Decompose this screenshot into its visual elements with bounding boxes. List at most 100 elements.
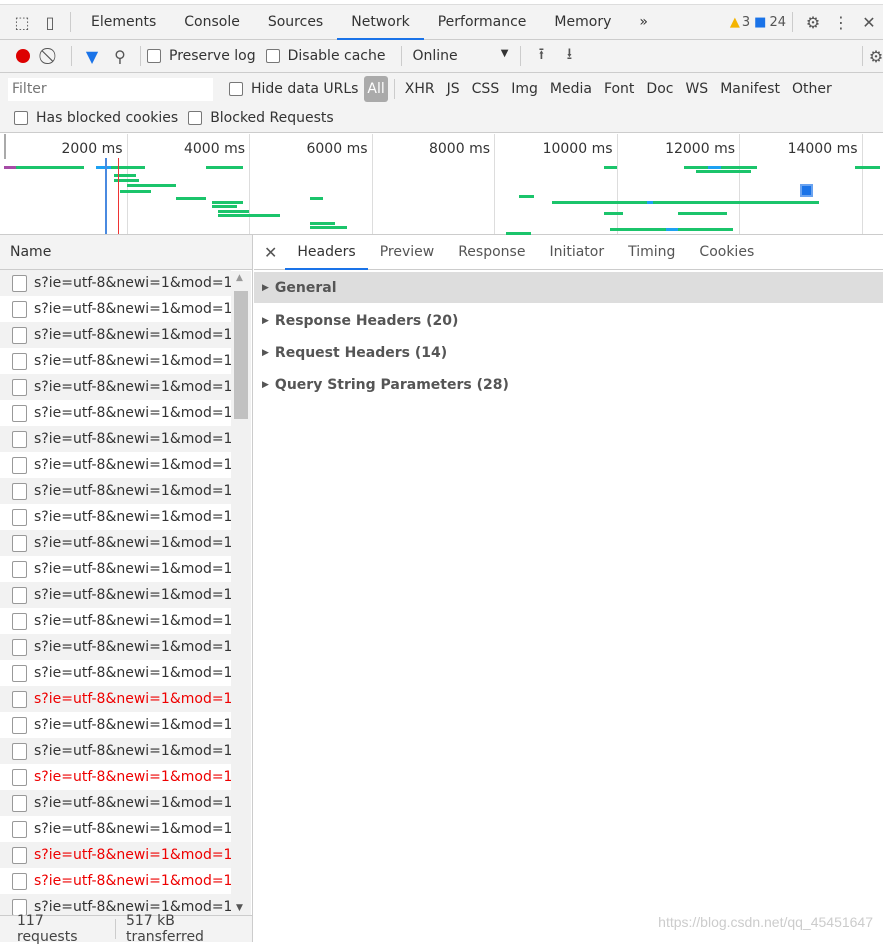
more-tabs-button[interactable]: » xyxy=(625,4,662,40)
request-row[interactable]: s?ie=utf-8&newi=1&mod=18 xyxy=(0,504,231,530)
tab-timing[interactable]: Timing xyxy=(616,235,687,270)
request-row[interactable]: s?ie=utf-8&newi=1&mod=18 xyxy=(0,608,231,634)
export-har-icon[interactable]: ⭳ xyxy=(555,42,583,70)
request-row[interactable]: s?ie=utf-8&newi=1&mod=18 xyxy=(0,426,231,452)
network-overview-timeline[interactable]: 2000 ms 4000 ms 6000 ms 8000 ms 10000 ms 1200… xyxy=(0,134,883,250)
timeline-gridline xyxy=(616,134,618,234)
request-row[interactable]: s?ie=utf-8&newi=1&mod=18 xyxy=(0,452,231,478)
network-settings-icon[interactable]: ⚙ xyxy=(869,42,883,70)
filter-type-img[interactable]: Img xyxy=(505,81,544,97)
throttling-select[interactable]: Online ▼ xyxy=(408,48,508,64)
section-request-headers[interactable]: ▶ Request Headers (14) xyxy=(254,337,883,369)
request-name: s?ie=utf-8&newi=1&mod=18 xyxy=(34,301,231,317)
filter-type-other[interactable]: Other xyxy=(786,81,838,97)
waterfall-bar xyxy=(126,184,176,187)
message-icon[interactable]: ■ xyxy=(754,15,766,30)
scrollbar-thumb[interactable] xyxy=(234,291,248,419)
waterfall-bar xyxy=(552,201,648,204)
tab-console[interactable]: Console xyxy=(170,4,254,40)
timeline-tick-label: 14000 ms xyxy=(787,141,858,157)
scroll-down-icon[interactable]: ▼ xyxy=(236,903,243,913)
load-marker xyxy=(118,158,119,234)
request-row[interactable]: s?ie=utf-8&newi=1&mod=18 xyxy=(0,374,231,400)
warning-count[interactable]: 3 xyxy=(742,15,750,30)
section-query-string-parameters[interactable]: ▶ Query String Parameters (28) xyxy=(254,369,883,401)
filter-type-css[interactable]: CSS xyxy=(466,81,506,97)
file-icon xyxy=(12,274,27,292)
file-icon xyxy=(12,716,27,734)
request-row[interactable]: s?ie=utf-8&newi=1&mod=18 xyxy=(0,634,231,660)
triangle-right-icon: ▶ xyxy=(262,316,269,326)
preserve-log-label: Preserve log xyxy=(169,48,256,64)
request-row[interactable]: s?ie=utf-8&newi=1&mod=18 xyxy=(0,686,231,712)
scrollbar[interactable]: ▲ ▼ xyxy=(231,271,251,915)
request-row[interactable]: s?ie=utf-8&newi=1&mod=18 xyxy=(0,530,231,556)
filter-type-doc[interactable]: Doc xyxy=(640,81,679,97)
request-row[interactable]: s?ie=utf-8&newi=1&mod=18 xyxy=(0,764,231,790)
scroll-up-icon[interactable]: ▲ xyxy=(236,273,243,283)
tab-network[interactable]: Network xyxy=(337,4,425,40)
more-options-icon[interactable]: ⋮ xyxy=(827,8,855,36)
request-row[interactable]: s?ie=utf-8&newi=1&mod=18 xyxy=(0,322,231,348)
device-toolbar-icon[interactable]: ▯ xyxy=(36,8,64,36)
filter-type-media[interactable]: Media xyxy=(544,81,598,97)
record-button[interactable] xyxy=(9,42,37,70)
waterfall-highlight xyxy=(800,184,813,197)
has-blocked-cookies-checkbox[interactable]: Has blocked cookies xyxy=(14,110,178,126)
search-icon[interactable]: ⚲ xyxy=(106,42,134,70)
request-name: s?ie=utf-8&newi=1&mod=18 xyxy=(34,587,231,603)
inspect-element-icon[interactable]: ⬚ xyxy=(8,8,36,36)
hide-data-urls-checkbox[interactable]: Hide data URLs xyxy=(229,81,358,97)
triangle-right-icon: ▶ xyxy=(262,282,269,293)
request-row[interactable]: s?ie=utf-8&newi=1&mod=18 xyxy=(0,296,231,322)
blocked-requests-checkbox[interactable]: Blocked Requests xyxy=(188,110,334,126)
request-row[interactable]: s?ie=utf-8&newi=1&mod=18 xyxy=(0,400,231,426)
close-details-icon[interactable]: ✕ xyxy=(254,243,285,262)
filter-type-ws[interactable]: WS xyxy=(679,81,714,97)
tab-memory[interactable]: Memory xyxy=(540,4,625,40)
request-row[interactable]: s?ie=utf-8&newi=1&mod=18 xyxy=(0,660,231,686)
file-icon xyxy=(12,456,27,474)
filter-icon[interactable]: ▼ xyxy=(78,42,106,70)
close-devtools-icon[interactable]: ✕ xyxy=(855,8,883,36)
request-row[interactable]: s?ie=utf-8&newi=1&mod=18 xyxy=(0,270,231,296)
filter-type-font[interactable]: Font xyxy=(598,81,640,97)
request-row[interactable]: s?ie=utf-8&newi=1&mod=18 xyxy=(0,478,231,504)
filter-type-all[interactable]: All xyxy=(364,76,388,102)
request-row[interactable]: s?ie=utf-8&newi=1&mod=18 xyxy=(0,816,231,842)
request-row[interactable]: s?ie=utf-8&newi=1&mod=18 xyxy=(0,868,231,894)
headers-sections: ▶ General ▶ Response Headers (20) ▶ Request H… xyxy=(254,270,883,401)
tab-sources[interactable]: Sources xyxy=(254,4,337,40)
name-column-header[interactable]: Name xyxy=(0,235,252,270)
request-row[interactable]: s?ie=utf-8&newi=1&mod=18 xyxy=(0,348,231,374)
request-row[interactable]: s?ie=utf-8&newi=1&mod=18 xyxy=(0,738,231,764)
file-icon xyxy=(12,508,27,526)
request-row[interactable]: s?ie=utf-8&newi=1&mod=18 xyxy=(0,842,231,868)
tab-response[interactable]: Response xyxy=(446,235,537,270)
filter-input[interactable] xyxy=(8,77,213,101)
disable-cache-checkbox[interactable]: Disable cache xyxy=(265,48,385,64)
preserve-log-checkbox[interactable]: Preserve log xyxy=(147,48,256,64)
section-general[interactable]: ▶ General xyxy=(254,272,883,303)
filter-type-xhr[interactable]: XHR xyxy=(399,81,441,97)
filter-type-js[interactable]: JS xyxy=(441,81,466,97)
divider xyxy=(393,79,395,99)
tab-initiator[interactable]: Initiator xyxy=(537,235,616,270)
waterfall-bar xyxy=(111,166,145,169)
tab-headers[interactable]: Headers xyxy=(285,235,368,270)
message-count[interactable]: 24 xyxy=(769,15,786,30)
tab-cookies[interactable]: Cookies xyxy=(687,235,766,270)
request-row[interactable]: s?ie=utf-8&newi=1&mod=18 xyxy=(0,790,231,816)
tab-elements[interactable]: Elements xyxy=(77,4,170,40)
request-row[interactable]: s?ie=utf-8&newi=1&mod=18 xyxy=(0,582,231,608)
settings-gear-icon[interactable]: ⚙ xyxy=(799,8,827,36)
section-response-headers[interactable]: ▶ Response Headers (20) xyxy=(254,305,883,337)
import-har-icon[interactable]: ⭱ xyxy=(527,42,555,70)
filter-type-manifest[interactable]: Manifest xyxy=(714,81,786,97)
warning-icon[interactable]: ▲ xyxy=(730,15,740,30)
tab-preview[interactable]: Preview xyxy=(368,235,447,270)
request-row[interactable]: s?ie=utf-8&newi=1&mod=18 xyxy=(0,712,231,738)
request-row[interactable]: s?ie=utf-8&newi=1&mod=18 xyxy=(0,556,231,582)
clear-icon[interactable]: ⃠ xyxy=(37,42,65,70)
tab-performance[interactable]: Performance xyxy=(424,4,541,40)
